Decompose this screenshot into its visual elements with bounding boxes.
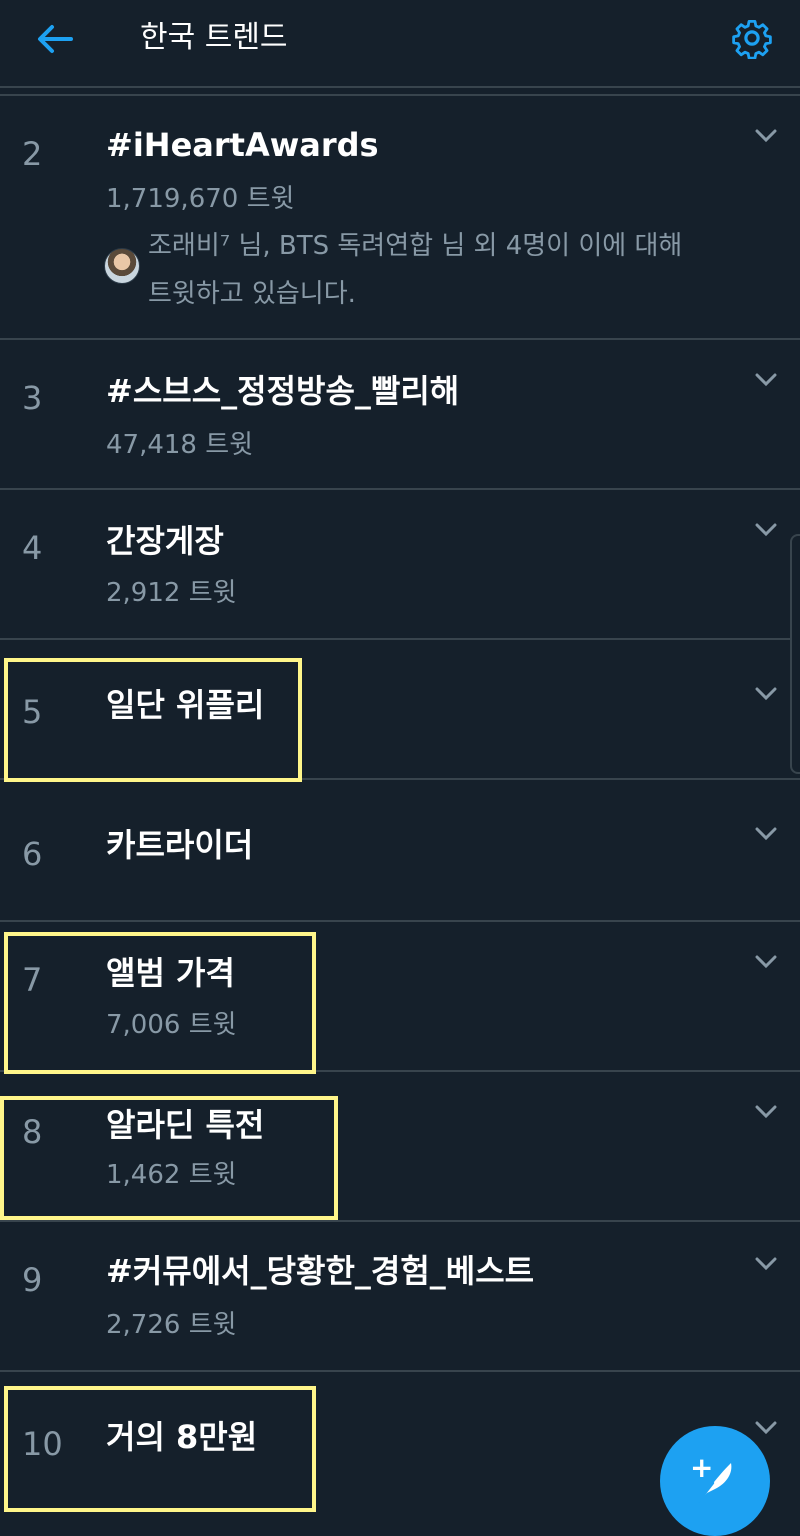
trend-item[interactable]: 5 일단 위플리 xyxy=(0,638,800,780)
chevron-down-icon[interactable] xyxy=(752,1102,780,1122)
chevron-down-icon[interactable] xyxy=(752,126,780,146)
trend-name: 일단 위플리 xyxy=(106,686,265,724)
avatar xyxy=(104,248,140,284)
trend-item[interactable]: 3 #스브스_정정방송_빨리해 47,418 트윗 xyxy=(0,338,800,490)
top-app-bar: 한국 트렌드 xyxy=(0,0,800,88)
back-button[interactable] xyxy=(30,18,80,60)
plus-icon: + xyxy=(690,1451,714,1484)
settings-button[interactable] xyxy=(726,14,778,62)
chevron-down-icon[interactable] xyxy=(752,370,780,390)
trend-item[interactable]: 2 #iHeartAwards 1,719,670 트윗 조래비⁷ 님, BTS… xyxy=(0,96,800,340)
chevron-down-icon[interactable] xyxy=(752,824,780,844)
trend-name: #iHeartAwards xyxy=(106,126,379,164)
compose-tweet-button[interactable]: + xyxy=(660,1426,770,1536)
trend-name: #커뮤에서_당황한_경험_베스트 xyxy=(106,1252,535,1290)
tweet-count: 47,418 트윗 xyxy=(106,430,254,460)
trend-name: 알라딘 특전 xyxy=(106,1106,265,1144)
chevron-down-icon[interactable] xyxy=(752,1418,780,1438)
trend-name: 앨범 가격 xyxy=(106,954,235,992)
trend-rank: 7 xyxy=(22,961,43,999)
trend-item[interactable]: 8 알라딘 특전 1,462 트윗 xyxy=(0,1070,800,1222)
tweet-count: 1,719,670 트윗 xyxy=(106,184,295,214)
trend-rank: 10 xyxy=(22,1425,63,1463)
trend-item[interactable]: 9 #커뮤에서_당황한_경험_베스트 2,726 트윗 xyxy=(0,1220,800,1372)
trend-rank: 8 xyxy=(22,1113,43,1151)
trend-item[interactable]: 4 간장게장 2,912 트윗 xyxy=(0,488,800,640)
trend-item[interactable]: 7 앨범 가격 7,006 트윗 xyxy=(0,920,800,1072)
scrollbar[interactable] xyxy=(790,534,800,774)
trend-rank: 2 xyxy=(22,135,43,173)
page-title: 한국 트렌드 xyxy=(140,20,288,55)
tweet-count: 1,462 트윗 xyxy=(106,1160,237,1190)
chevron-down-icon[interactable] xyxy=(752,684,780,704)
trend-rank: 6 xyxy=(22,835,43,873)
gear-icon xyxy=(732,19,772,59)
trend-rank: 3 xyxy=(22,379,43,417)
tweet-count: 7,006 트윗 xyxy=(106,1010,237,1040)
tweet-count: 2,912 트윗 xyxy=(106,578,237,608)
trend-name: #스브스_정정방송_빨리해 xyxy=(106,372,460,410)
trend-name: 카트라이더 xyxy=(106,826,254,864)
chevron-down-icon[interactable] xyxy=(752,952,780,972)
trend-rank: 9 xyxy=(22,1261,43,1299)
trend-rank: 5 xyxy=(22,693,43,731)
trend-context: 조래비⁷ 님, BTS 독려연합 님 외 4명이 이에 대해 트윗하고 있습니다… xyxy=(148,231,683,309)
trend-name: 간장게장 xyxy=(106,522,224,560)
tweet-count: 2,726 트윗 xyxy=(106,1310,237,1340)
trend-rank: 4 xyxy=(22,529,43,567)
chevron-down-icon[interactable] xyxy=(752,520,780,540)
trend-name: 거의 8만원 xyxy=(106,1418,258,1456)
trend-item[interactable]: 6 카트라이더 xyxy=(0,778,800,922)
arrow-left-icon xyxy=(38,25,73,53)
chevron-down-icon[interactable] xyxy=(752,1254,780,1274)
